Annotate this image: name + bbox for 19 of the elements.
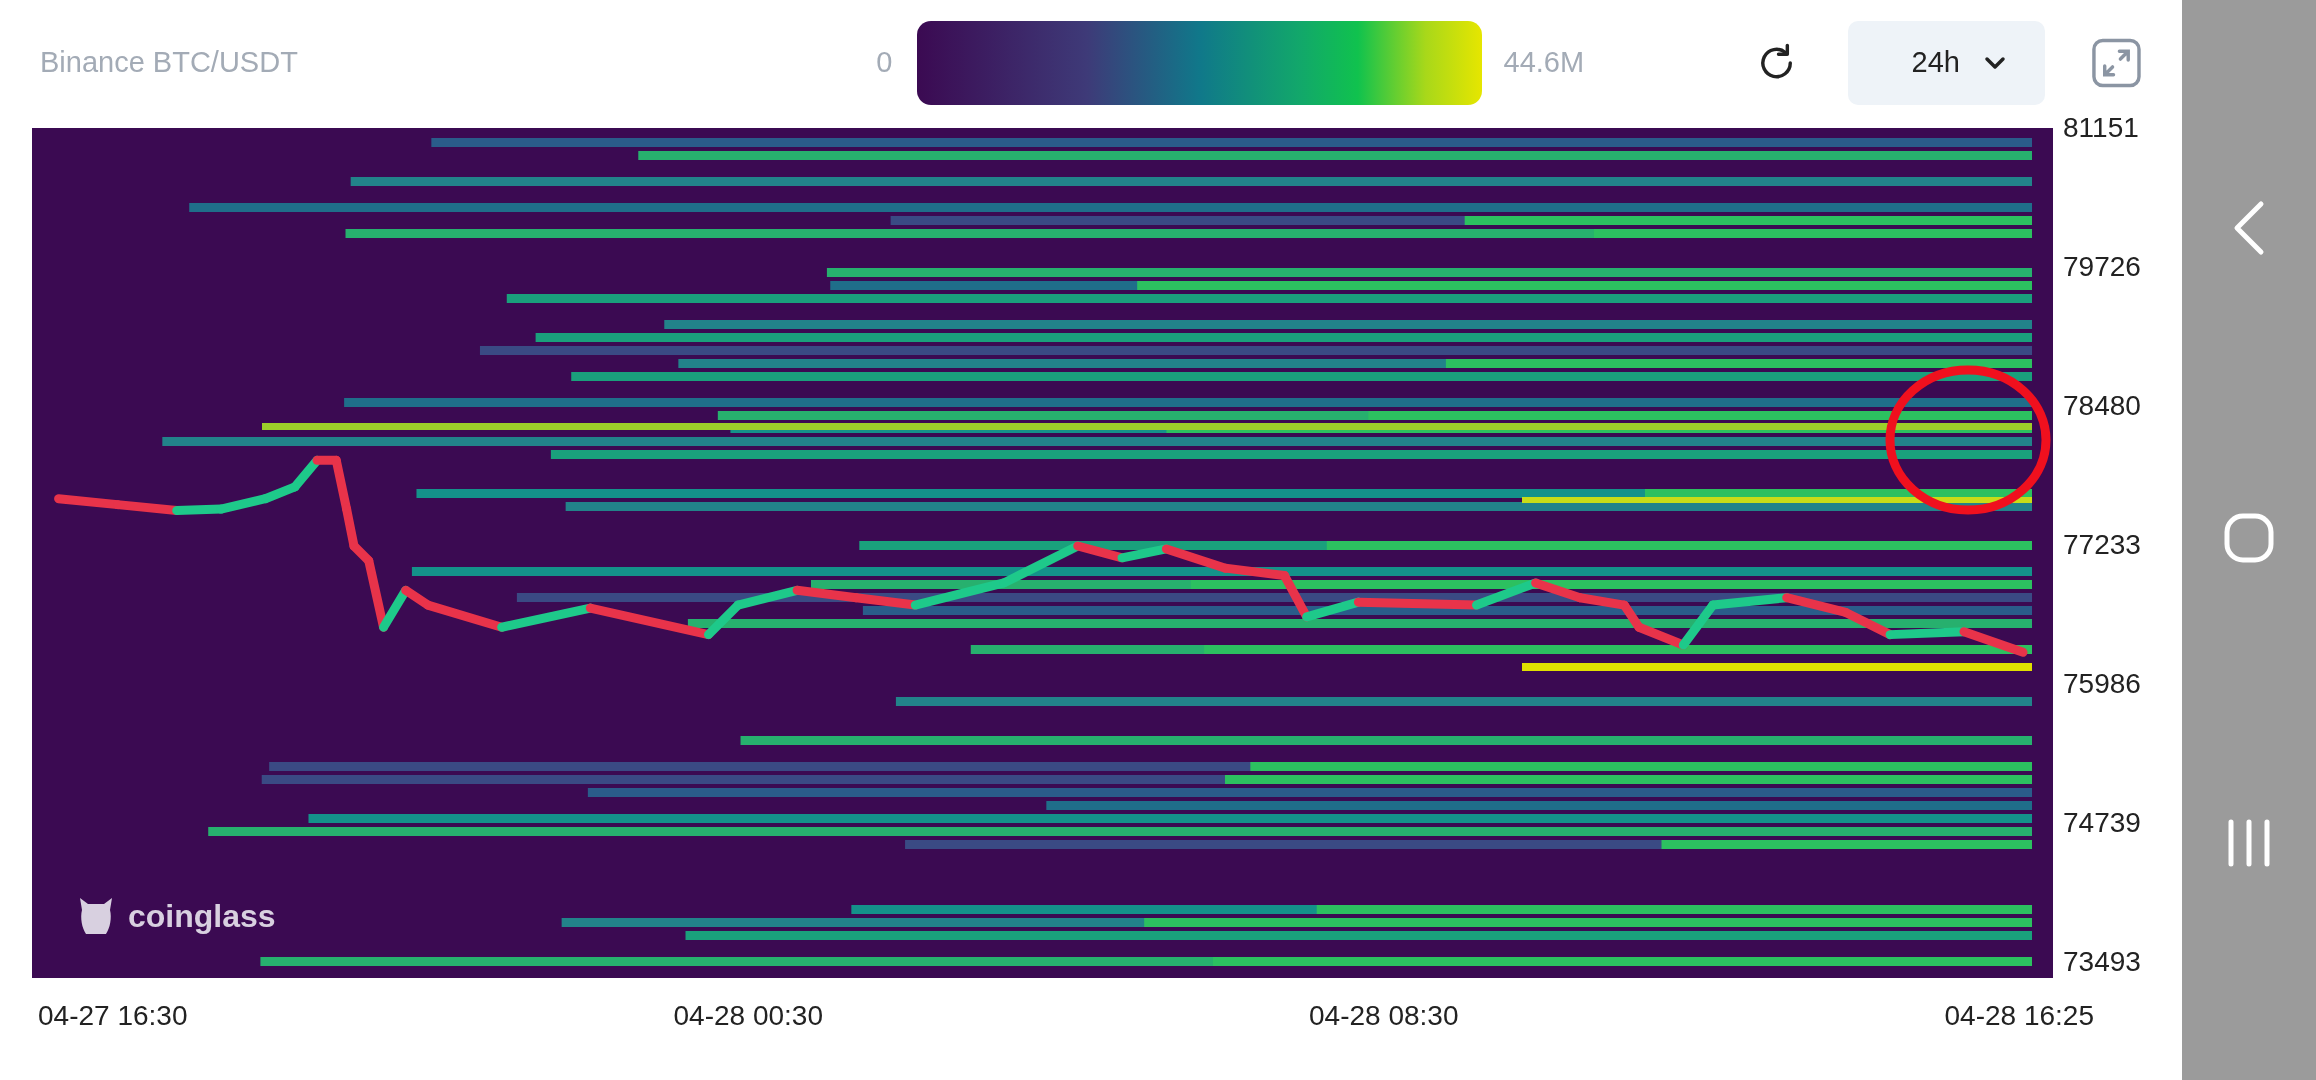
pair-title: Binance BTC/USDT — [40, 46, 299, 79]
scale-min-label: 0 — [875, 46, 893, 79]
x-axis-label: 04-28 00:30 — [673, 1000, 823, 1032]
home-button[interactable] — [2224, 512, 2274, 566]
x-axis-label: 04-28 16:25 — [1944, 1000, 2094, 1032]
x-axis-label: 04-27 16:30 — [38, 1000, 188, 1032]
scale-max-label: 44.6M — [1503, 46, 1586, 79]
y-axis-label: 81151 — [2063, 114, 2140, 142]
interval-dropdown[interactable]: 24h — [1848, 20, 2046, 105]
x-axis-label: 04-28 08:30 — [1309, 1000, 1459, 1032]
y-axis-label: 78480 — [2063, 392, 2141, 420]
y-axis-label: 73493 — [2063, 948, 2141, 976]
brand-watermark: coinglass — [128, 897, 276, 935]
y-axis-label: 79726 — [2063, 253, 2141, 281]
y-axis-label: 75986 — [2063, 670, 2141, 698]
y-axis-label: 77233 — [2063, 531, 2141, 559]
fullscreen-icon[interactable] — [2091, 36, 2142, 89]
chevron-down-icon — [1983, 55, 2006, 70]
y-axis-label: 74739 — [2063, 809, 2141, 837]
